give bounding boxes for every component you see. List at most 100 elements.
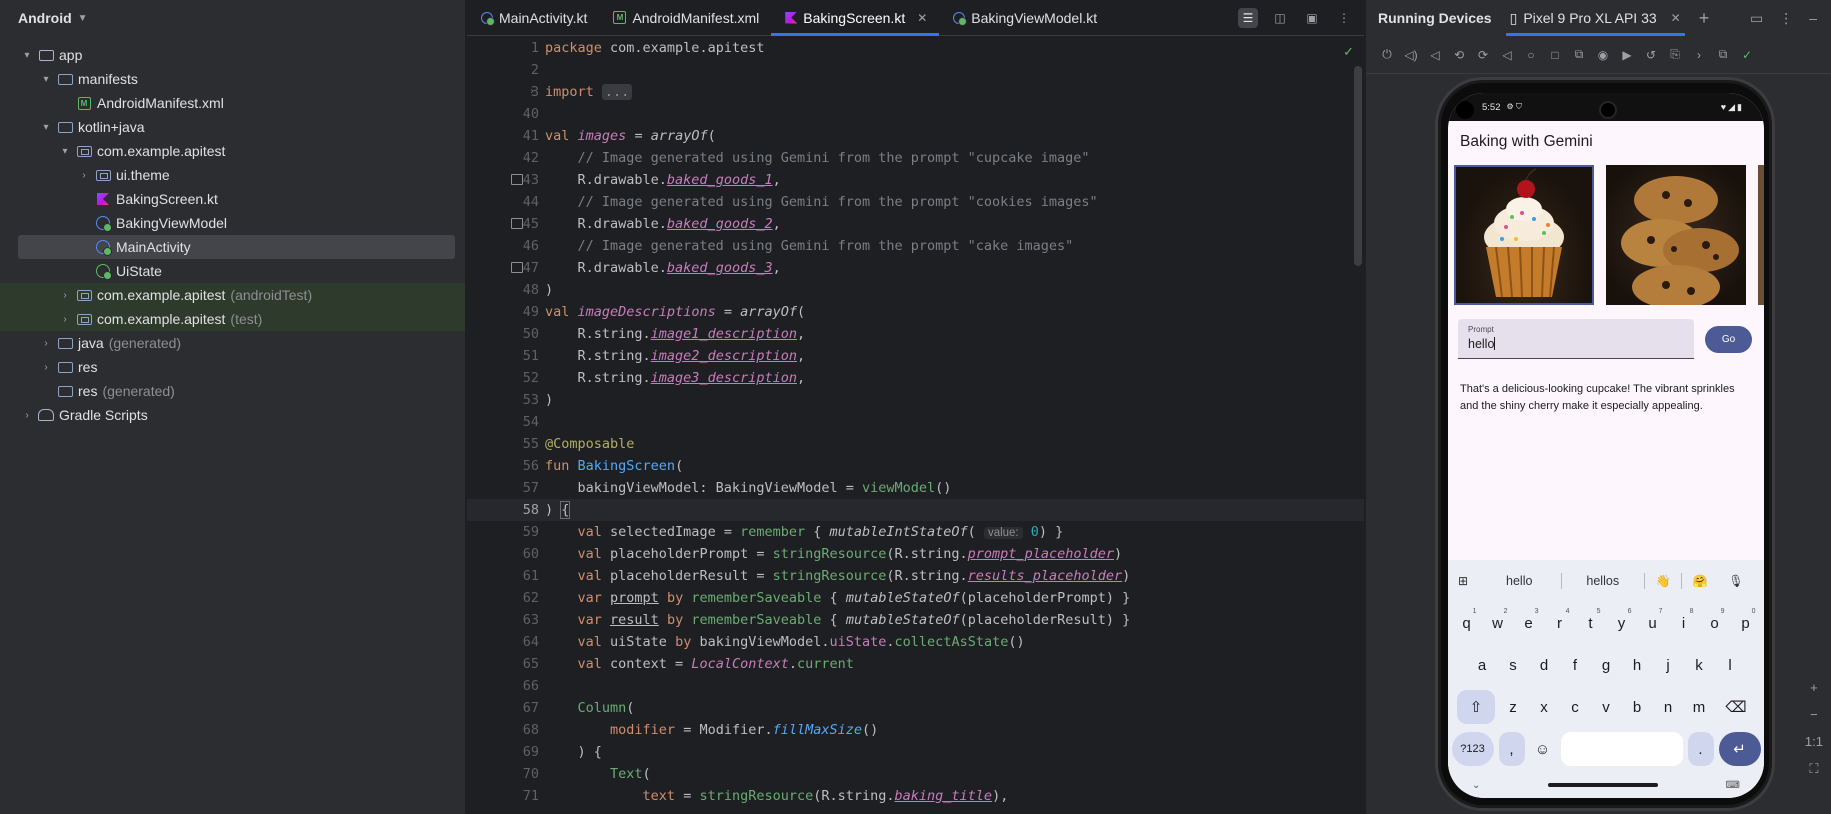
key-q[interactable]: q1	[1454, 606, 1480, 640]
apps-grid-icon[interactable]: ⊞	[1458, 574, 1478, 588]
key-y[interactable]: y6	[1609, 606, 1635, 640]
record-icon[interactable]: ▶	[1620, 48, 1634, 62]
home-handle[interactable]	[1547, 783, 1658, 787]
tree-item[interactable]: MainActivity	[18, 235, 455, 259]
code-line[interactable]: 47 R.drawable.baked_goods_3,	[467, 257, 1364, 279]
rotate-left-icon[interactable]: ⟲	[1452, 48, 1466, 62]
code-line[interactable]: 53)	[467, 389, 1364, 411]
key-z[interactable]: z	[1500, 690, 1526, 724]
space-key[interactable]	[1560, 732, 1683, 766]
code-line[interactable]: 41 val images = arrayOf(	[467, 125, 1364, 147]
key-f[interactable]: f	[1562, 648, 1588, 682]
code-line[interactable]: 67 Column(	[467, 697, 1364, 719]
code-line[interactable]: 2	[467, 59, 1364, 81]
cookies-image[interactable]	[1606, 165, 1746, 305]
code-line[interactable]: 52 R.string.image3_description,	[467, 367, 1364, 389]
tree-item[interactable]: ▾ com.example.apitest	[0, 139, 465, 163]
code-line[interactable]: 56 fun BakingScreen(	[467, 455, 1364, 477]
key-t[interactable]: t5	[1578, 606, 1604, 640]
code-line[interactable]: 71 text = stringResource(R.string.baking…	[467, 785, 1364, 807]
editor-scrollbar[interactable]	[1354, 66, 1362, 266]
code-line[interactable]: 70 Text(	[467, 763, 1364, 785]
code-line[interactable]: 55 @Composable	[467, 433, 1364, 455]
key-a[interactable]: a	[1469, 648, 1495, 682]
chevron-right-icon[interactable]: ›	[39, 362, 53, 373]
key-b[interactable]: b	[1624, 690, 1650, 724]
key-p[interactable]: p0	[1733, 606, 1759, 640]
code-line[interactable]: 60 val placeholderPrompt = stringResourc…	[467, 543, 1364, 565]
chevron-right-icon[interactable]: ›	[1692, 48, 1706, 62]
emoji-suggestion-1[interactable]: 👋	[1645, 574, 1681, 588]
code-line[interactable]: 63 var result by rememberSaveable { muta…	[467, 609, 1364, 631]
image-preview-icon[interactable]	[511, 174, 523, 185]
code-line[interactable]: 68 modifier = Modifier.fillMaxSize()	[467, 719, 1364, 741]
phone-screen[interactable]: 5:52 ⚙ ⛉ ♥◢▮ Baking with Gemini Prompt h…	[1448, 93, 1764, 798]
screenshot-icon[interactable]: ◉	[1596, 48, 1610, 62]
code-editor[interactable]: 1 package com.example.apitest 2 3 › import ..…	[467, 37, 1364, 814]
volume-down-icon[interactable]: ◁	[1428, 48, 1442, 62]
chevron-right-icon[interactable]: ›	[20, 410, 34, 421]
key-x[interactable]: x	[1531, 690, 1557, 724]
chevron-down-icon[interactable]: ▾	[39, 122, 53, 133]
code-line[interactable]: 50 R.string.image1_description,	[467, 323, 1364, 345]
tree-item[interactable]: › Gradle Scripts	[0, 403, 465, 427]
key-h[interactable]: h	[1624, 648, 1650, 682]
code-line[interactable]: 42 // Image generated using Gemini from …	[467, 147, 1364, 169]
symbols-key[interactable]: ?123	[1451, 732, 1494, 766]
home-icon[interactable]: ○	[1524, 48, 1538, 62]
code-line[interactable]: 51 R.string.image2_description,	[467, 345, 1364, 367]
fold-chevron-icon[interactable]: ›	[529, 81, 535, 103]
chevron-down-icon[interactable]: ▾	[39, 74, 53, 85]
close-icon[interactable]: ✕	[917, 11, 927, 25]
back-icon[interactable]: ◁	[1500, 48, 1514, 62]
image-carousel[interactable]	[1448, 161, 1764, 311]
code-line[interactable]: 58) {	[467, 499, 1364, 521]
code-line[interactable]: 57 bakingViewModel: BakingViewModel = vi…	[467, 477, 1364, 499]
code-line[interactable]: 61 val placeholderResult = stringResourc…	[467, 565, 1364, 587]
tree-item[interactable]: BakingViewModel	[0, 211, 465, 235]
keyboard-switch-icon[interactable]: ⌨	[1726, 780, 1740, 791]
chevron-right-icon[interactable]: ›	[58, 290, 72, 301]
key-l[interactable]: l	[1717, 648, 1743, 682]
key-k[interactable]: k	[1686, 648, 1712, 682]
period-key[interactable]: .	[1687, 732, 1714, 766]
tree-item[interactable]: › com.example.apitest (test)	[0, 307, 465, 331]
key-c[interactable]: c	[1562, 690, 1588, 724]
key-u[interactable]: u7	[1640, 606, 1666, 640]
window-options-icon[interactable]: ▭	[1750, 10, 1763, 27]
image-preview-icon[interactable]	[511, 262, 523, 273]
suggestion-1[interactable]: hello	[1478, 574, 1561, 588]
code-line[interactable]: 64 val uiState by bakingViewModel.uiStat…	[467, 631, 1364, 653]
tree-item[interactable]: M AndroidManifest.xml	[0, 91, 465, 115]
tree-item[interactable]: › res	[0, 355, 465, 379]
key-g[interactable]: g	[1593, 648, 1619, 682]
overview-icon[interactable]: □	[1548, 48, 1562, 62]
editor-tab[interactable]: M AndroidManifest.xml	[599, 0, 771, 35]
tree-item[interactable]: ▾ manifests	[0, 67, 465, 91]
power-icon[interactable]: ⏻	[1380, 47, 1394, 62]
editor-tab[interactable]: BakingViewModel.kt	[939, 0, 1109, 35]
microphone-icon[interactable]: 🎙	[1718, 574, 1754, 588]
device-tab[interactable]: ▯ Pixel 9 Pro XL API 33 ✕	[1505, 0, 1685, 36]
chevron-right-icon[interactable]: ›	[39, 338, 53, 349]
code-line[interactable]: 48)	[467, 279, 1364, 301]
code-line[interactable]: 45 R.drawable.baked_goods_2,	[467, 213, 1364, 235]
key-j[interactable]: j	[1655, 648, 1681, 682]
more-options-icon[interactable]: ⋮	[1779, 10, 1793, 27]
project-view-selector[interactable]: Android ▼	[0, 0, 465, 36]
emoji-suggestion-2[interactable]: 🤗	[1682, 574, 1718, 588]
code-line[interactable]: 49 val imageDescriptions = arrayOf(	[467, 301, 1364, 323]
code-line[interactable]: 43 R.drawable.baked_goods_1,	[467, 169, 1364, 191]
key-i[interactable]: i8	[1671, 606, 1697, 640]
key-n[interactable]: n	[1655, 690, 1681, 724]
snapshot-icon[interactable]: ⎘	[1668, 47, 1682, 62]
minimize-icon[interactable]: –	[1809, 10, 1817, 27]
tree-item[interactable]: UiState	[0, 259, 465, 283]
prompt-input[interactable]: Prompt hello	[1458, 319, 1694, 359]
mirror-icon[interactable]: ⧉	[1716, 47, 1730, 62]
hide-keyboard-icon[interactable]: ⌄	[1472, 780, 1480, 791]
tree-item[interactable]: BakingScreen.kt	[0, 187, 465, 211]
zoom-out-icon[interactable]: −	[1805, 707, 1823, 722]
zoom-in-icon[interactable]: +	[1805, 680, 1823, 695]
close-icon[interactable]: ✕	[1671, 11, 1681, 25]
